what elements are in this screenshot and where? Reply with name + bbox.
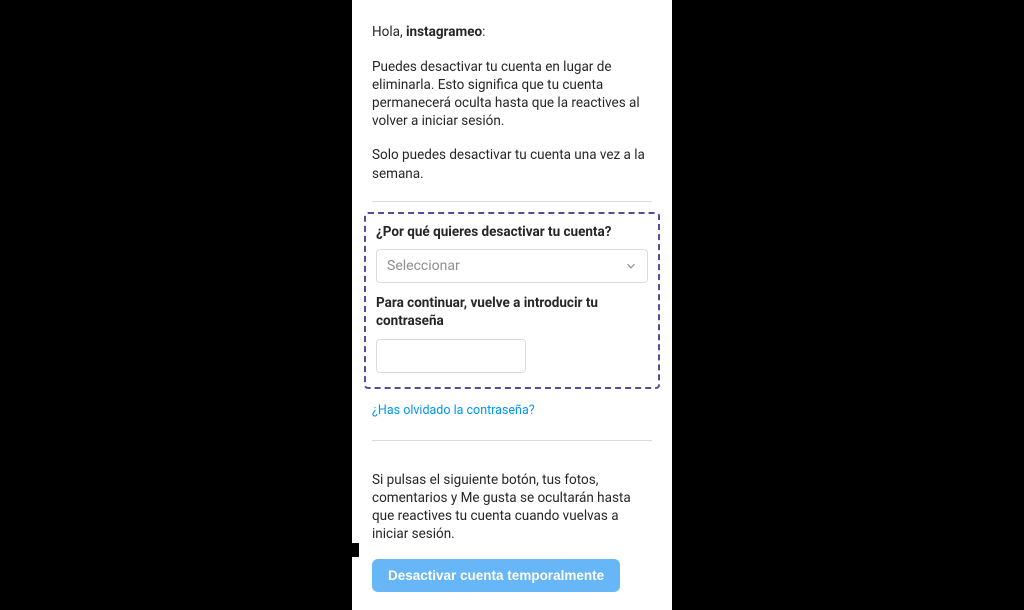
cursor-dot (347, 543, 359, 557)
reason-label: ¿Por qué quieres desactivar tu cuenta? (376, 224, 648, 242)
intro-paragraph: Puedes desactivar tu cuenta en lugar de … (372, 58, 652, 131)
limit-paragraph: Solo puedes desactivar tu cuenta una vez… (372, 146, 652, 182)
deactivate-panel: Hola, instagrameo: Puedes desactivar tu … (352, 0, 672, 610)
greeting-line: Hola, instagrameo: (372, 24, 652, 42)
divider (372, 440, 652, 441)
warning-paragraph: Si pulsas el siguiente botón, tus fotos,… (372, 471, 652, 544)
greeting-prefix: Hola, (372, 24, 406, 40)
reason-select[interactable]: Seleccionar (376, 249, 648, 283)
password-input[interactable] (376, 339, 526, 373)
reason-select-wrap: Seleccionar (376, 249, 648, 283)
forgot-password-link[interactable]: ¿Has olvidado la contraseña? (372, 403, 535, 418)
divider (372, 201, 652, 202)
password-label: Para continuar, vuelve a introducir tu c… (376, 295, 648, 330)
highlighted-form-section: ¿Por qué quieres desactivar tu cuenta? S… (364, 212, 660, 389)
greeting-suffix: : (482, 24, 485, 40)
greeting-username: instagrameo (406, 24, 482, 40)
